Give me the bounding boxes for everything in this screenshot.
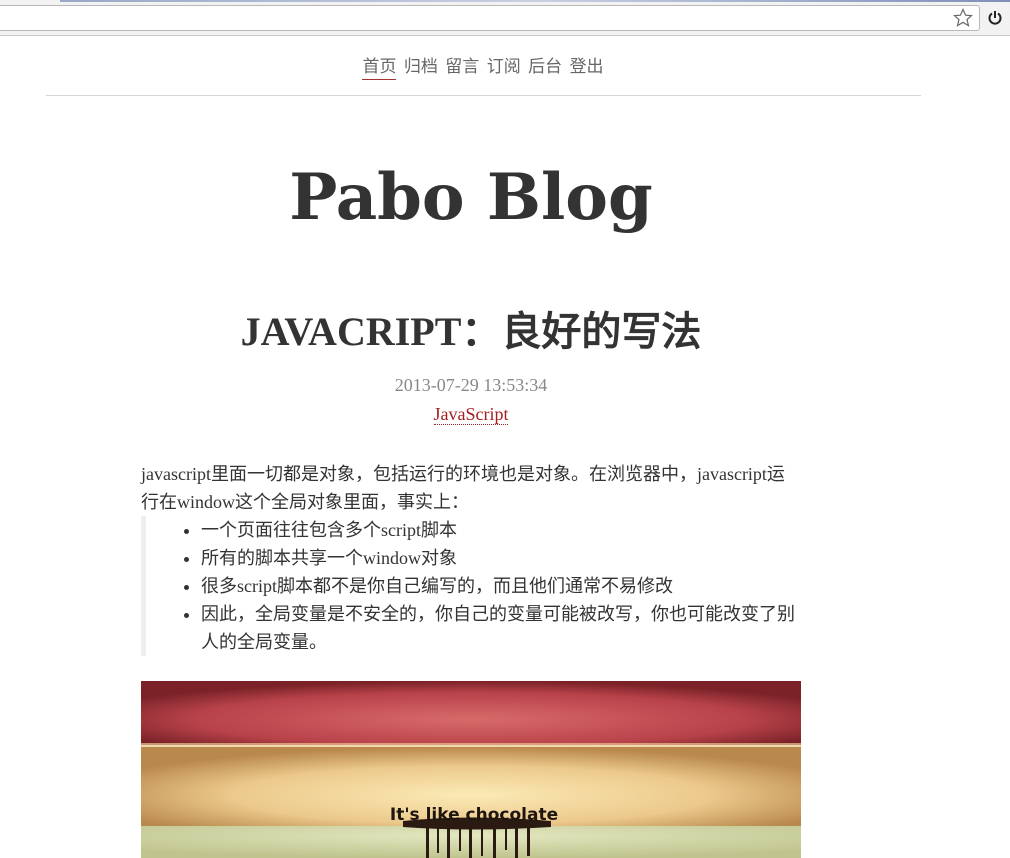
nav-item-archive[interactable]: 归档	[404, 57, 438, 79]
post-bullet-list: 一个页面往往包含多个script脚本 所有的脚本共享一个window对象 很多s…	[146, 516, 801, 656]
list-item: 所有的脚本共享一个window对象	[201, 544, 801, 572]
post-date: 2013-07-29 13:53:34	[394, 375, 548, 395]
post-quote: 一个页面往往包含多个script脚本 所有的脚本共享一个window对象 很多s…	[141, 516, 801, 656]
nav-item-home[interactable]: 首页	[362, 57, 397, 80]
site-title[interactable]: Pabo Blog	[0, 160, 942, 235]
post-title-cjk: ：良好的写法	[461, 309, 702, 355]
nav-item-guestbook[interactable]: 留言	[445, 57, 479, 79]
image-caption: It's like chocolate	[390, 805, 558, 825]
tab-strip	[60, 0, 1010, 2]
list-item: 很多script脚本都不是你自己编写的，而且他们通常不易修改	[201, 572, 801, 600]
power-icon[interactable]	[984, 7, 1006, 29]
post-title[interactable]: JAVACRIPT：良好的写法	[0, 299, 942, 357]
post-content: javascript里面一切都是对象，包括运行的环境也是对象。在浏览器中，jav…	[141, 460, 801, 656]
post-tag-link[interactable]: JavaScript	[433, 404, 509, 425]
post-title-latin: JAVACRIPT	[240, 309, 462, 354]
list-item: 因此，全局变量是不安全的，你自己的变量可能被改写，你也可能改变了别人的全局变量。	[201, 600, 801, 656]
post-intro: javascript里面一切都是对象，包括运行的环境也是对象。在浏览器中，jav…	[141, 464, 785, 512]
browser-toolbar	[0, 0, 1010, 36]
nav-item-subscribe[interactable]: 订阅	[487, 57, 521, 79]
nav-item-admin[interactable]: 后台	[528, 57, 562, 79]
address-bar[interactable]	[0, 5, 980, 31]
nav-item-logout[interactable]: 登出	[570, 57, 604, 79]
post-image: It's like chocolate	[141, 681, 801, 858]
nav-divider	[46, 95, 921, 96]
post-tags: JavaScript	[0, 404, 942, 425]
star-icon[interactable]	[952, 7, 974, 29]
list-item: 一个页面往往包含多个script脚本	[201, 516, 801, 544]
main-nav: 首页 归档 留言 订阅 后台 登出	[0, 52, 966, 80]
